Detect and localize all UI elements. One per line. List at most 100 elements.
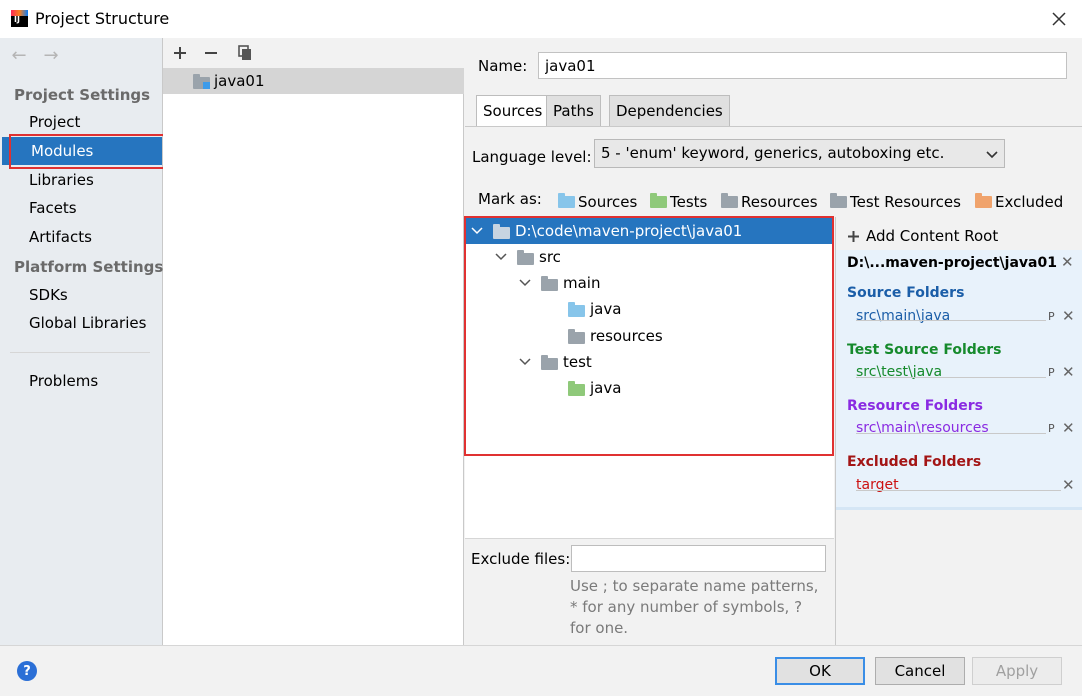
folder-icon bbox=[493, 224, 510, 239]
cancel-button[interactable]: Cancel bbox=[875, 657, 965, 685]
chevron-down-icon bbox=[985, 146, 999, 164]
chevron-down-icon bbox=[517, 279, 533, 287]
ok-button[interactable]: OK bbox=[775, 657, 865, 685]
tree-src-label: src bbox=[539, 248, 561, 266]
sidebar-item-global-libraries[interactable]: Global Libraries bbox=[0, 309, 162, 337]
folder-icon bbox=[541, 276, 558, 291]
exclude-files-input[interactable] bbox=[571, 545, 826, 572]
test-source-folders-header: Test Source Folders bbox=[847, 342, 1002, 358]
test-folder-underline bbox=[856, 377, 1046, 378]
section-header-platform-settings: Platform Settings bbox=[14, 258, 164, 276]
forward-arrow-icon[interactable]: → bbox=[40, 45, 62, 66]
module-folder-icon bbox=[193, 74, 210, 93]
excluded-folders-header: Excluded Folders bbox=[847, 454, 982, 470]
sidebar-item-project[interactable]: Project bbox=[0, 108, 162, 136]
sidebar-item-sdks[interactable]: SDKs bbox=[0, 281, 162, 309]
tree-row-test-java[interactable]: java bbox=[465, 375, 834, 401]
intellij-app-icon: IJ bbox=[11, 10, 28, 27]
language-level-label: Language level: bbox=[472, 148, 592, 166]
remove-excluded-folder-icon[interactable]: ✕ bbox=[1062, 476, 1075, 494]
remove-icon[interactable] bbox=[200, 42, 222, 64]
tree-main-java-label: java bbox=[590, 300, 622, 318]
tab-dependencies[interactable]: Dependencies bbox=[609, 95, 730, 126]
tree-row-root[interactable]: D:\code\maven-project\java01 bbox=[465, 218, 834, 244]
sidebar-item-libraries[interactable]: Libraries bbox=[0, 166, 162, 194]
excluded-folder-icon bbox=[975, 193, 992, 208]
test-resources-folder-icon bbox=[830, 193, 847, 208]
content-root-path: D:\...maven-project\java01 bbox=[847, 255, 1057, 271]
sidebar-item-artifacts[interactable]: Artifacts bbox=[0, 223, 162, 251]
apply-button[interactable]: Apply bbox=[972, 657, 1062, 685]
tab-divider bbox=[465, 126, 1082, 127]
chevron-down-icon bbox=[469, 227, 485, 235]
exclude-files-hint: Use ; to separate name patterns, * for a… bbox=[570, 577, 819, 637]
tree-row-main[interactable]: main bbox=[465, 270, 834, 296]
add-content-root-button[interactable]: Add Content Root bbox=[847, 227, 998, 245]
sidebar-divider bbox=[10, 352, 150, 353]
mark-as-sources-label: Sources bbox=[578, 193, 638, 211]
tree-row-src[interactable]: src bbox=[465, 244, 834, 270]
test-folder-icon bbox=[568, 381, 585, 396]
tree-test-label: test bbox=[563, 353, 592, 371]
mark-as-label: Mark as: bbox=[478, 190, 542, 208]
resources-folder-icon bbox=[721, 193, 738, 208]
tree-main-resources-label: resources bbox=[590, 327, 663, 345]
resource-folder-properties-icon[interactable]: P bbox=[1048, 422, 1055, 435]
window-title: Project Structure bbox=[35, 9, 170, 28]
tree-main-label: main bbox=[563, 274, 601, 292]
remove-test-folder-icon[interactable]: ✕ bbox=[1062, 363, 1075, 381]
language-level-select[interactable]: 5 - 'enum' keyword, generics, autoboxing… bbox=[594, 139, 1005, 168]
back-arrow-icon[interactable]: ← bbox=[8, 45, 30, 66]
mark-as-sources-button[interactable]: Sources bbox=[558, 191, 637, 213]
add-icon[interactable] bbox=[169, 42, 191, 64]
sources-folder-icon bbox=[558, 193, 575, 208]
test-folder-properties-icon[interactable]: P bbox=[1048, 366, 1055, 379]
tree-test-java-label: java bbox=[590, 379, 622, 397]
sidebar-item-modules[interactable]: Modules bbox=[2, 137, 162, 165]
resources-folder-icon bbox=[568, 329, 585, 344]
excluded-folder-underline bbox=[856, 490, 1061, 491]
tree-row-main-resources[interactable]: resources bbox=[465, 323, 834, 349]
source-folder-icon bbox=[568, 302, 585, 317]
resource-folders-header: Resource Folders bbox=[847, 398, 983, 414]
mark-as-excluded-button[interactable]: Excluded bbox=[975, 191, 1063, 213]
chevron-down-icon bbox=[493, 253, 509, 261]
tests-folder-icon bbox=[650, 193, 667, 208]
folder-icon bbox=[541, 355, 558, 370]
mark-as-tests-button[interactable]: Tests bbox=[650, 191, 707, 213]
tree-root-label: D:\code\maven-project\java01 bbox=[515, 222, 743, 240]
mark-as-excluded-label: Excluded bbox=[995, 193, 1064, 211]
tab-paths[interactable]: Paths bbox=[546, 95, 601, 126]
module-list-panel bbox=[163, 38, 464, 645]
remove-content-root-icon[interactable]: ✕ bbox=[1061, 253, 1074, 271]
mark-as-resources-label: Resources bbox=[741, 193, 818, 211]
help-icon[interactable]: ? bbox=[17, 661, 37, 681]
chevron-down-icon bbox=[517, 358, 533, 366]
sidebar-item-problems[interactable]: Problems bbox=[0, 367, 162, 395]
close-icon[interactable] bbox=[1045, 5, 1073, 33]
source-folder-underline bbox=[856, 320, 1046, 321]
tab-sources[interactable]: Sources bbox=[476, 95, 550, 126]
mark-as-test-resources-label: Test Resources bbox=[850, 193, 961, 211]
mark-as-tests-label: Tests bbox=[670, 193, 708, 211]
name-label: Name: bbox=[478, 57, 528, 75]
add-icon bbox=[848, 230, 859, 242]
folder-icon bbox=[517, 250, 534, 265]
module-name-input[interactable] bbox=[538, 52, 1067, 79]
section-header-project-settings: Project Settings bbox=[14, 86, 151, 104]
add-content-root-label: Add Content Root bbox=[866, 227, 999, 245]
exclude-files-label: Exclude files: bbox=[471, 550, 571, 568]
mark-as-test-resources-button[interactable]: Test Resources bbox=[830, 191, 961, 213]
copy-icon[interactable] bbox=[234, 42, 256, 64]
remove-resource-folder-icon[interactable]: ✕ bbox=[1062, 419, 1075, 437]
remove-source-folder-icon[interactable]: ✕ bbox=[1062, 307, 1075, 325]
module-list-item-label: java01 bbox=[214, 72, 265, 90]
resource-folder-underline bbox=[856, 433, 1046, 434]
tree-row-test[interactable]: test bbox=[465, 349, 834, 375]
sidebar-item-facets[interactable]: Facets bbox=[0, 194, 162, 222]
source-folder-properties-icon[interactable]: P bbox=[1048, 310, 1055, 323]
tree-row-main-java[interactable]: java bbox=[465, 296, 834, 322]
mark-as-resources-button[interactable]: Resources bbox=[721, 191, 818, 213]
source-folder-path: src\main\java bbox=[856, 308, 951, 324]
source-folders-header: Source Folders bbox=[847, 285, 965, 301]
